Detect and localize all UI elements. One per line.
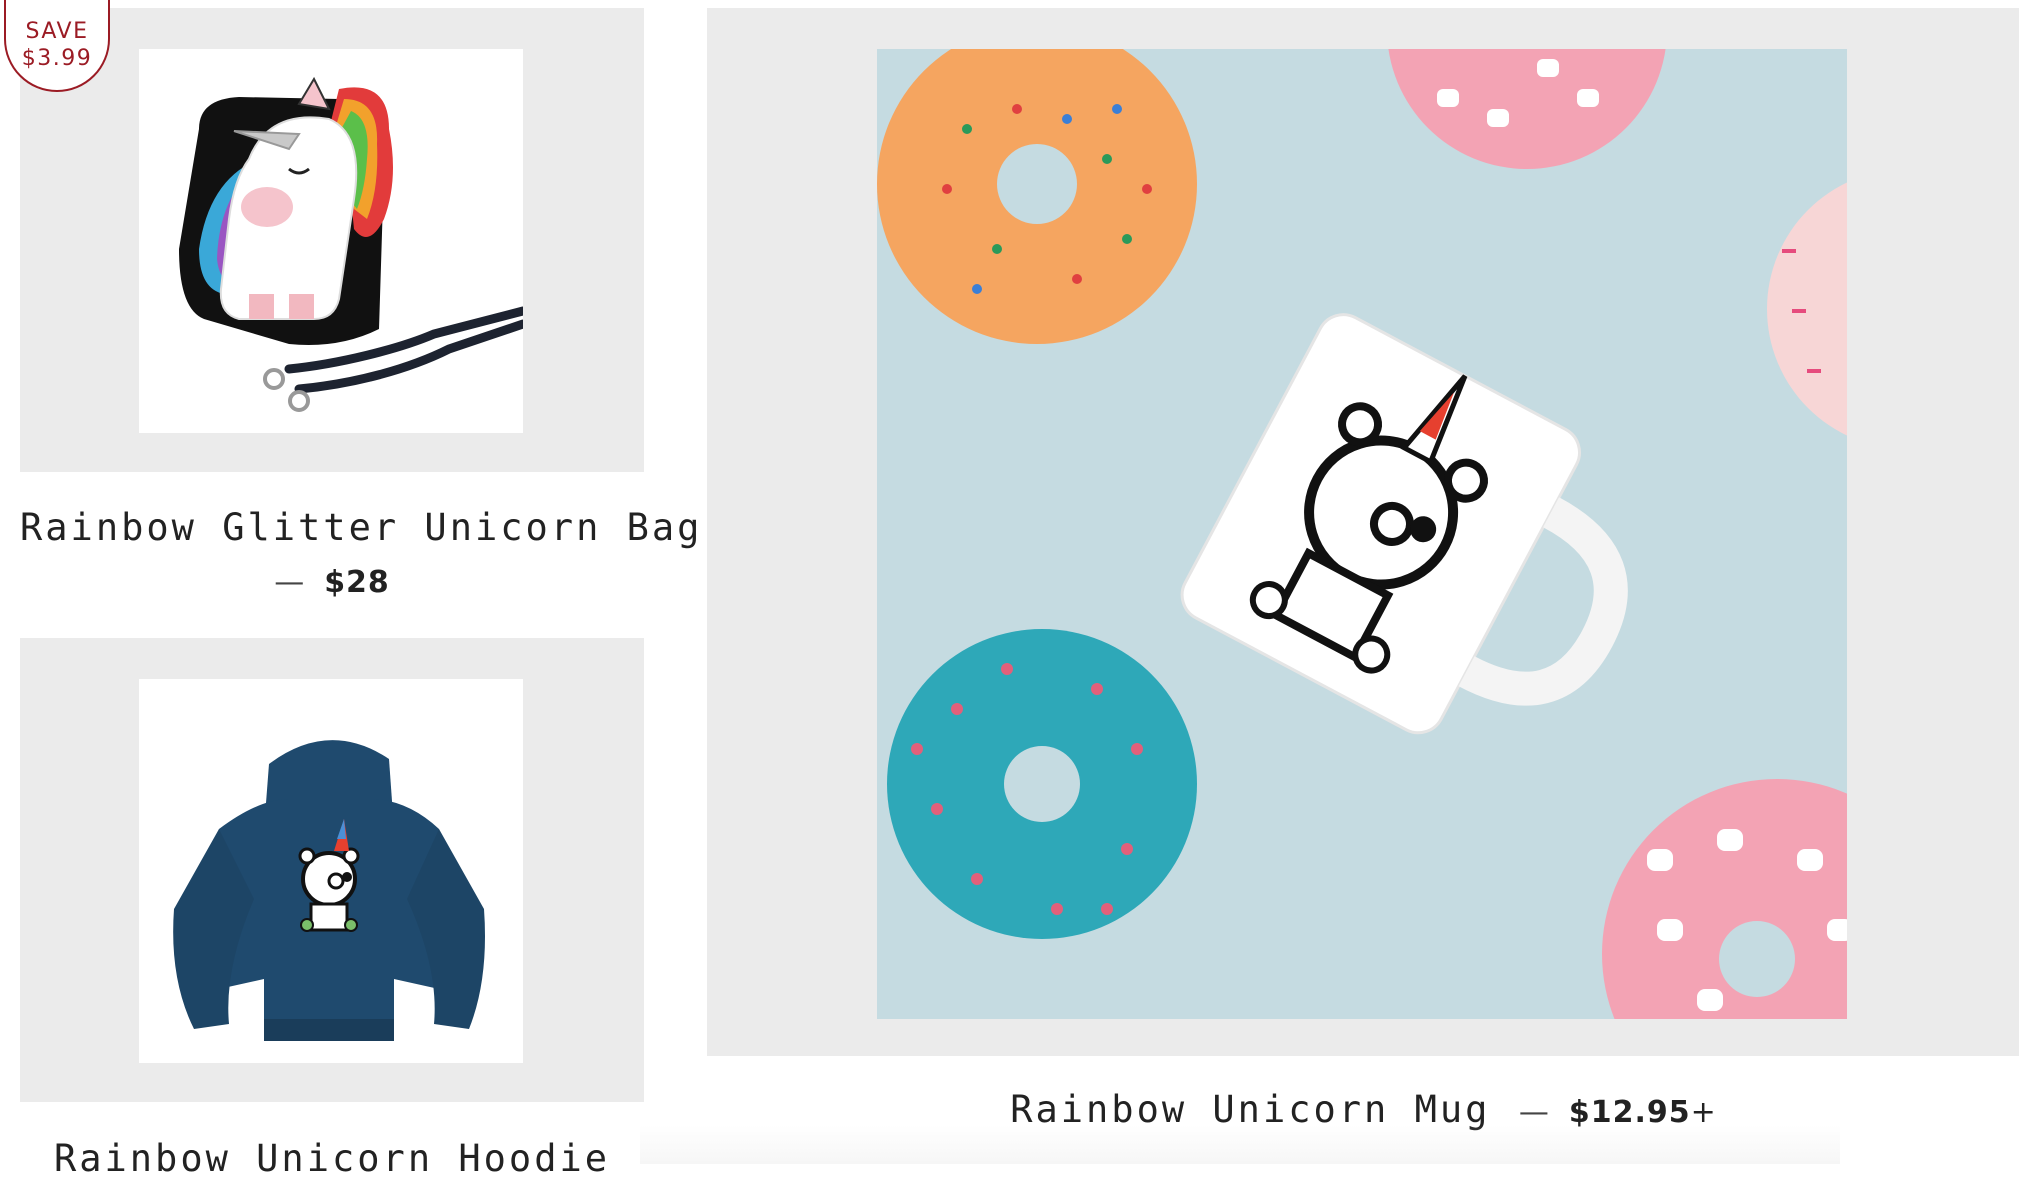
product-image-frame[interactable] [20, 638, 644, 1102]
product-title[interactable]: Rainbow Glitter Unicorn Bag [20, 506, 699, 549]
product-title[interactable]: Rainbow Unicorn Hoodie [20, 1137, 644, 1180]
sale-badge-amount: $3.99 [21, 46, 93, 71]
mug-with-donuts-image[interactable] [877, 49, 1847, 1019]
product-price: $28 [324, 565, 390, 600]
price-separator: — [274, 565, 305, 600]
hoodie-image[interactable] [139, 679, 523, 1063]
bottom-fade [640, 1125, 1840, 1164]
product-image-frame[interactable] [707, 8, 2019, 1056]
price-line: — $28 [20, 565, 644, 600]
unicorn-bag-image[interactable] [139, 49, 523, 433]
product-image-frame[interactable] [20, 8, 644, 472]
sale-badge-label: SAVE [25, 19, 89, 44]
